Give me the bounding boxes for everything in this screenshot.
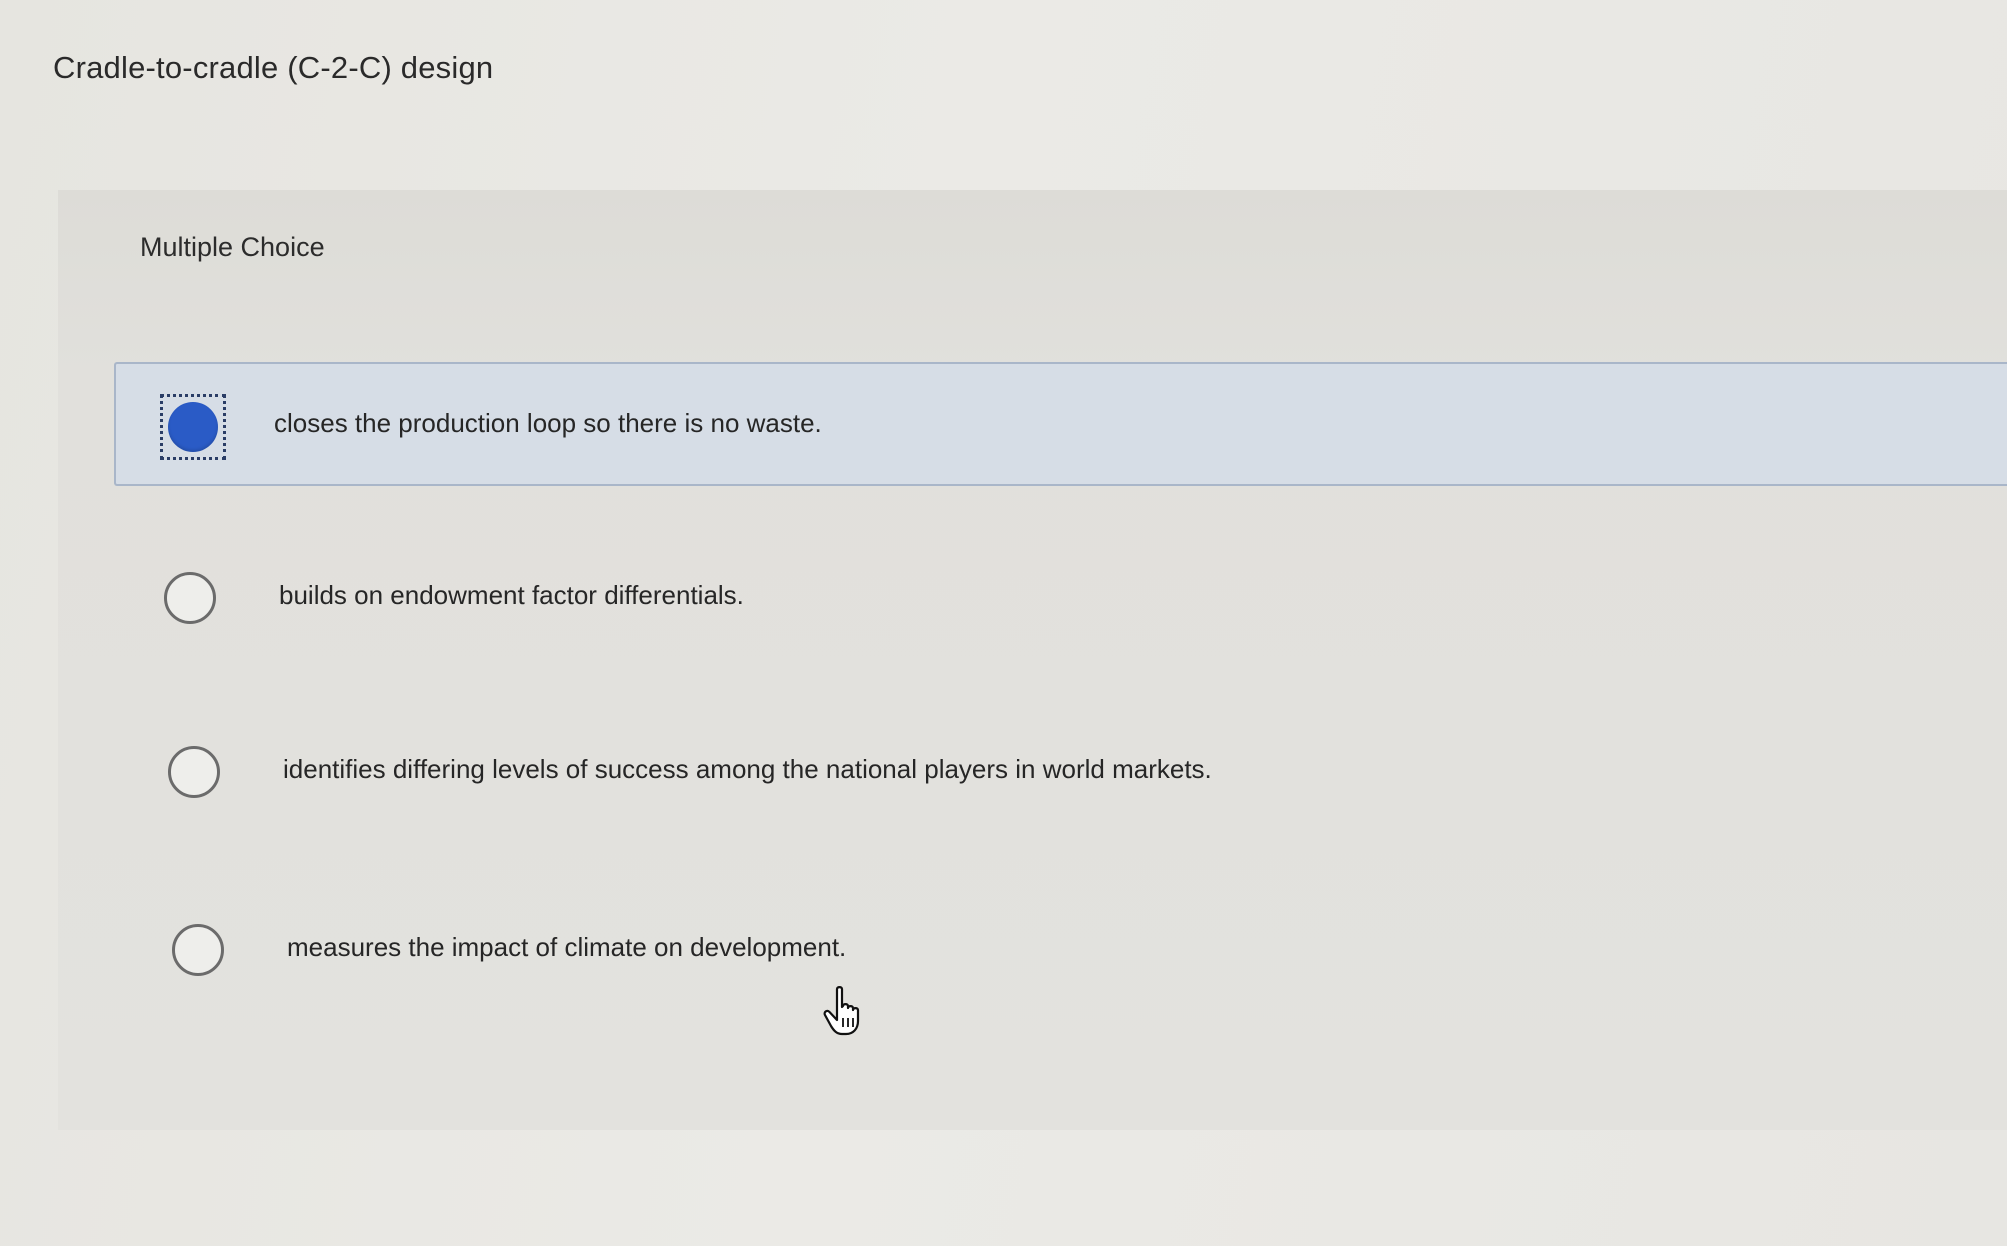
question-type-label: Multiple Choice (140, 232, 325, 262)
question-panel: Multiple Choice closes the production lo… (58, 190, 2007, 1130)
radio-button[interactable] (168, 746, 220, 798)
option-label[interactable]: identifies differing levels of success a… (283, 754, 1212, 785)
option-label[interactable]: builds on endowment factor differentials… (279, 580, 744, 611)
radio-button[interactable] (172, 924, 224, 976)
option-2[interactable]: builds on endowment factor differentials… (114, 536, 2007, 660)
option-label[interactable]: measures the impact of climate on develo… (287, 932, 846, 963)
option-3[interactable]: identifies differing levels of success a… (114, 710, 2007, 834)
question-title: Cradle-to-cradle (C-2-C) design (53, 50, 494, 85)
hand-pointer-icon (823, 986, 860, 1036)
option-4[interactable]: measures the impact of climate on develo… (114, 888, 2007, 1012)
radio-button[interactable] (164, 572, 216, 624)
option-label[interactable]: closes the production loop so there is n… (274, 408, 822, 439)
radio-button-selected[interactable] (160, 394, 226, 460)
option-1[interactable]: closes the production loop so there is n… (114, 362, 2007, 486)
radio-selected-dot-icon (168, 402, 218, 452)
